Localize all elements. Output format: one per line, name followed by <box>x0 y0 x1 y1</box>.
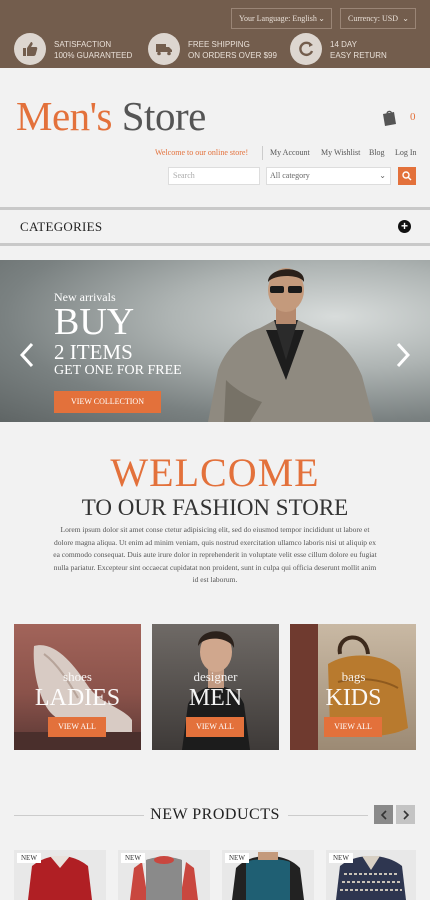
products-prev-button[interactable] <box>374 805 393 824</box>
search-button[interactable] <box>398 167 416 185</box>
view-all-button[interactable]: VIEW ALL <box>186 717 244 737</box>
currency-select[interactable]: Currency: USD ⌄ <box>340 8 416 29</box>
slider-headline: BUY <box>54 301 135 343</box>
slider-offer: GET ONE FOR FREE <box>54 363 182 378</box>
logo-part2: Store <box>121 93 207 139</box>
product-card[interactable]: NEW <box>118 850 210 900</box>
tile-kicker: shoes <box>63 669 92 684</box>
chevron-down-icon: ⌄ <box>379 171 386 180</box>
expand-plus-icon[interactable]: + <box>398 220 411 233</box>
tile-kicker: designer <box>193 669 238 684</box>
category-tile-ladies[interactable]: shoes LADIES VIEW ALL <box>14 624 141 750</box>
products-next-button[interactable] <box>396 805 415 824</box>
category-select[interactable]: All category ⌄ <box>266 167 391 185</box>
refresh-icon <box>290 33 322 65</box>
chevron-right-icon <box>402 809 409 820</box>
shopping-bag-icon <box>383 110 396 126</box>
logo-part1: Men's <box>16 93 113 139</box>
hero-slider: New arrivals BUY 2 ITEMS GET ONE FOR FRE… <box>0 260 430 422</box>
product-card[interactable]: NEW <box>14 850 106 900</box>
category-select-value: All category <box>270 171 310 180</box>
new-badge: NEW <box>329 853 353 863</box>
hero-model-image <box>208 268 374 422</box>
view-all-button[interactable]: VIEW ALL <box>324 717 382 737</box>
welcome-title: WELCOME <box>110 450 320 495</box>
view-collection-button[interactable]: VIEW COLLECTION <box>54 391 161 413</box>
category-tile-kids[interactable]: bags KIDS VIEW ALL <box>290 624 416 750</box>
promo-line2: ON ORDERS OVER $99 <box>188 51 277 60</box>
product-card[interactable]: NEW <box>222 850 314 900</box>
new-badge: NEW <box>17 853 41 863</box>
divider <box>0 243 430 246</box>
cart-button[interactable]: 0 <box>380 108 420 130</box>
promo-line2: 100% GUARANTEED <box>54 51 133 60</box>
chevron-down-icon: ⌄ <box>318 14 325 23</box>
category-tile-men[interactable]: designer MEN VIEW ALL <box>152 624 279 750</box>
promo-line2: EASY RETURN <box>330 51 387 60</box>
welcome-message: Welcome to our online store! <box>155 148 249 157</box>
welcome-text: Lorem ipsum dolor sit amet conse ctetur … <box>53 525 377 585</box>
chevron-left-icon <box>380 809 387 820</box>
thumbs-up-icon <box>14 33 46 65</box>
tile-title: KIDS <box>325 685 382 711</box>
tile-title: LADIES <box>34 685 121 711</box>
search-icon <box>402 171 412 181</box>
product-card[interactable]: NEW <box>326 850 416 900</box>
link-blog[interactable]: Blog <box>369 148 385 160</box>
categories-label[interactable]: CATEGORIES <box>20 219 102 235</box>
divider <box>0 207 430 210</box>
language-label: Your Language: English <box>239 14 317 23</box>
slider-subheadline: 2 ITEMS <box>54 340 133 364</box>
link-log-in[interactable]: Log In <box>395 148 417 160</box>
view-all-button[interactable]: VIEW ALL <box>48 717 106 737</box>
link-my-account[interactable]: My Account <box>270 148 310 160</box>
cart-count: 0 <box>410 111 416 123</box>
new-badge: NEW <box>121 853 145 863</box>
chevron-down-icon: ⌄ <box>402 14 409 23</box>
truck-icon <box>148 33 180 65</box>
top-bar: Your Language: English ⌄ Currency: USD ⌄… <box>0 0 430 68</box>
divider <box>288 815 368 816</box>
tile-title: MEN <box>188 685 243 711</box>
link-my-wishlist[interactable]: My Wishlist <box>321 148 360 160</box>
site-logo[interactable]: Men's Store <box>16 93 206 139</box>
divider <box>262 146 263 160</box>
tile-kicker: bags <box>341 669 366 684</box>
search-input[interactable]: Search <box>168 167 260 185</box>
language-select[interactable]: Your Language: English ⌄ <box>231 8 332 29</box>
welcome-subtitle: TO OUR FASHION STORE <box>81 495 349 520</box>
promo-line1: SATISFACTION <box>54 40 112 49</box>
promo-line1: FREE SHIPPING <box>188 40 250 49</box>
currency-label: Currency: USD <box>348 14 398 23</box>
new-badge: NEW <box>225 853 249 863</box>
promo-line1: 14 DAY <box>330 40 357 49</box>
slider-prev-arrow-icon[interactable] <box>20 342 34 368</box>
slider-next-arrow-icon[interactable] <box>396 342 410 368</box>
